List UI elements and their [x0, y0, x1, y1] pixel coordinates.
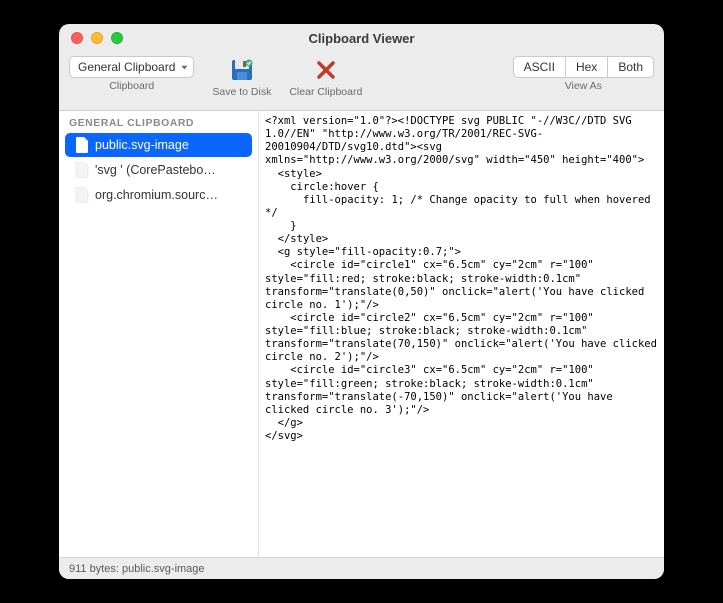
viewas-both[interactable]: Both: [607, 57, 653, 77]
statusbar: 911 bytes: public.svg-image: [59, 557, 664, 579]
sidebar-item[interactable]: 'svg ' (CorePastebo…: [65, 158, 252, 182]
clipboard-dropdown-value: General Clipboard: [78, 60, 175, 74]
sidebar-item-label: org.chromium.sourc…: [95, 188, 218, 202]
sidebar-item-label: 'svg ' (CorePastebo…: [95, 163, 216, 177]
content-view[interactable]: <?xml version="1.0"?><!DOCTYPE svg PUBLI…: [259, 111, 664, 557]
floppy-disk-icon: [229, 57, 255, 83]
clear-label: Clear Clipboard: [289, 86, 362, 98]
save-group: Save to Disk: [212, 56, 271, 98]
viewas-segmented: ASCII Hex Both: [513, 56, 654, 78]
viewas-hex[interactable]: Hex: [565, 57, 607, 77]
x-icon: [315, 59, 337, 81]
toolbar: General Clipboard Clipboard Save to Disk: [59, 52, 664, 110]
save-to-disk-button[interactable]: [226, 56, 258, 84]
save-label: Save to Disk: [212, 86, 271, 98]
clipboard-dropdown[interactable]: General Clipboard: [69, 56, 194, 78]
sidebar-section-header: GENERAL CLIPBOARD: [59, 111, 258, 132]
app-window: Clipboard Viewer General Clipboard Clipb…: [59, 24, 664, 579]
body: GENERAL CLIPBOARD public.svg-image 'svg …: [59, 110, 664, 557]
sidebar-item-label: public.svg-image: [95, 138, 189, 152]
file-icon: [75, 162, 89, 178]
clipboard-group: General Clipboard Clipboard: [69, 56, 194, 92]
file-icon: [75, 137, 89, 153]
sidebar-item[interactable]: public.svg-image: [65, 133, 252, 157]
status-text: 911 bytes: public.svg-image: [69, 563, 205, 575]
minimize-button[interactable]: [91, 32, 103, 44]
sidebar-item[interactable]: org.chromium.sourc…: [65, 183, 252, 207]
close-button[interactable]: [71, 32, 83, 44]
titlebar[interactable]: Clipboard Viewer: [59, 24, 664, 52]
viewas-group: ASCII Hex Both View As: [513, 56, 654, 92]
zoom-button[interactable]: [111, 32, 123, 44]
viewas-label: View As: [565, 80, 602, 92]
file-icon: [75, 187, 89, 203]
window-title: Clipboard Viewer: [59, 31, 664, 46]
traffic-lights: [71, 32, 123, 44]
viewas-ascii[interactable]: ASCII: [514, 57, 565, 77]
clear-clipboard-button[interactable]: [310, 56, 342, 84]
clipboard-label: Clipboard: [109, 80, 154, 92]
clear-group: Clear Clipboard: [289, 56, 362, 98]
sidebar[interactable]: GENERAL CLIPBOARD public.svg-image 'svg …: [59, 111, 259, 557]
